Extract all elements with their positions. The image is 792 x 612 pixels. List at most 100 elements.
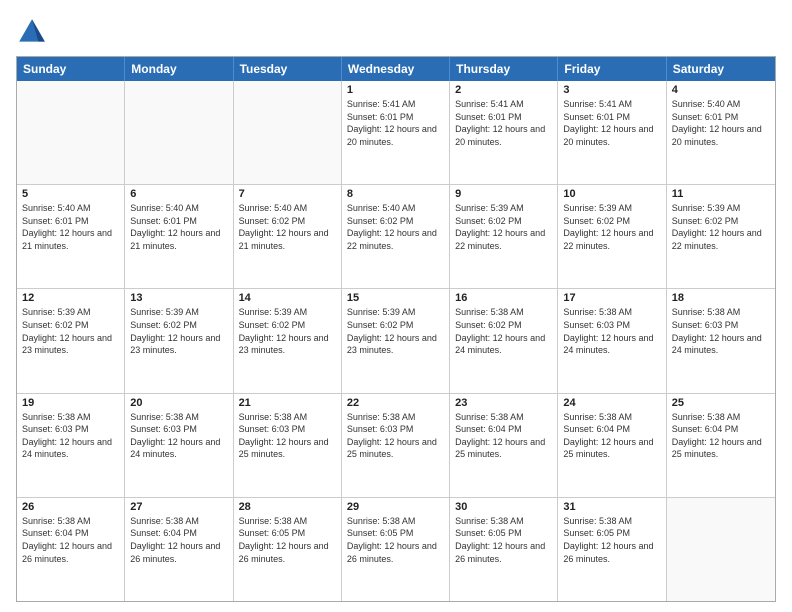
- calendar-week-4: 19Sunrise: 5:38 AM Sunset: 6:03 PM Dayli…: [17, 394, 775, 498]
- day-cell-11: 11 Sunrise: 5:39 AM Sunset: 6:02 PM Dayli…: [667, 185, 775, 288]
- day-number: 21: [239, 397, 336, 409]
- day-cell-4: 4 Sunrise: 5:40 AM Sunset: 6:01 PM Daylig…: [667, 81, 775, 184]
- calendar-week-2: 5 Sunrise: 5:40 AM Sunset: 6:01 PM Daylig…: [17, 185, 775, 289]
- day-number: 17: [563, 292, 660, 304]
- day-cell-5: 5 Sunrise: 5:40 AM Sunset: 6:01 PM Daylig…: [17, 185, 125, 288]
- day-info: Sunrise: 5:39 AM Sunset: 6:02 PM Dayligh…: [672, 202, 770, 252]
- day-cell-10: 10 Sunrise: 5:39 AM Sunset: 6:02 PM Dayli…: [558, 185, 666, 288]
- day-info: Sunrise: 5:41 AM Sunset: 6:01 PM Dayligh…: [455, 98, 552, 148]
- day-cell-16: 16 Sunrise: 5:38 AM Sunset: 6:02 PM Dayli…: [450, 289, 558, 392]
- day-header-wednesday: Wednesday: [342, 57, 450, 81]
- day-cell-22: 22 Sunrise: 5:38 AM Sunset: 6:03 PM Dayli…: [342, 394, 450, 497]
- day-info: Sunrise: 5:39 AM Sunset: 6:02 PM Dayligh…: [130, 306, 227, 356]
- day-cell-17: 17 Sunrise: 5:38 AM Sunset: 6:03 PM Dayli…: [558, 289, 666, 392]
- day-number: 13: [130, 292, 227, 304]
- day-number: 8: [347, 188, 444, 200]
- day-cell-6: 6 Sunrise: 5:40 AM Sunset: 6:01 PM Daylig…: [125, 185, 233, 288]
- day-number: 30: [455, 501, 552, 513]
- day-number: 15: [347, 292, 444, 304]
- day-info: Sunrise: 5:38 AM Sunset: 6:04 PM Dayligh…: [130, 515, 227, 565]
- day-cell-15: 15 Sunrise: 5:39 AM Sunset: 6:02 PM Dayli…: [342, 289, 450, 392]
- day-number: 18: [672, 292, 770, 304]
- day-info: Sunrise: 5:38 AM Sunset: 6:03 PM Dayligh…: [130, 411, 227, 461]
- day-cell-26: 26Sunrise: 5:38 AM Sunset: 6:04 PM Dayli…: [17, 498, 125, 601]
- day-header-tuesday: Tuesday: [234, 57, 342, 81]
- day-number: 20: [130, 397, 227, 409]
- day-number: 2: [455, 84, 552, 96]
- day-number: 4: [672, 84, 770, 96]
- day-cell-30: 30 Sunrise: 5:38 AM Sunset: 6:05 PM Dayli…: [450, 498, 558, 601]
- day-cell-14: 14 Sunrise: 5:39 AM Sunset: 6:02 PM Dayli…: [234, 289, 342, 392]
- day-cell-9: 9 Sunrise: 5:39 AM Sunset: 6:02 PM Daylig…: [450, 185, 558, 288]
- day-cell-3: 3Sunrise: 5:41 AM Sunset: 6:01 PM Daylig…: [558, 81, 666, 184]
- day-header-friday: Friday: [558, 57, 666, 81]
- day-number: 10: [563, 188, 660, 200]
- day-header-sunday: Sunday: [17, 57, 125, 81]
- day-number: 31: [563, 501, 660, 513]
- day-info: Sunrise: 5:38 AM Sunset: 6:02 PM Dayligh…: [455, 306, 552, 356]
- day-cell-18: 18 Sunrise: 5:38 AM Sunset: 6:03 PM Dayli…: [667, 289, 775, 392]
- day-cell-31: 31 Sunrise: 5:38 AM Sunset: 6:05 PM Dayli…: [558, 498, 666, 601]
- day-cell-7: 7 Sunrise: 5:40 AM Sunset: 6:02 PM Daylig…: [234, 185, 342, 288]
- day-number: 27: [130, 501, 227, 513]
- day-number: 29: [347, 501, 444, 513]
- day-number: 3: [563, 84, 660, 96]
- day-info: Sunrise: 5:39 AM Sunset: 6:02 PM Dayligh…: [455, 202, 552, 252]
- day-number: 5: [22, 188, 119, 200]
- day-number: 12: [22, 292, 119, 304]
- calendar-body: 1 Sunrise: 5:41 AM Sunset: 6:01 PM Daylig…: [17, 81, 775, 601]
- day-cell-8: 8 Sunrise: 5:40 AM Sunset: 6:02 PM Daylig…: [342, 185, 450, 288]
- day-cell-24: 24Sunrise: 5:38 AM Sunset: 6:04 PM Dayli…: [558, 394, 666, 497]
- logo: [16, 16, 52, 48]
- empty-cell: [125, 81, 233, 184]
- day-info: Sunrise: 5:38 AM Sunset: 6:05 PM Dayligh…: [455, 515, 552, 565]
- day-number: 9: [455, 188, 552, 200]
- day-number: 22: [347, 397, 444, 409]
- day-info: Sunrise: 5:39 AM Sunset: 6:02 PM Dayligh…: [563, 202, 660, 252]
- day-cell-1: 1Sunrise: 5:41 AM Sunset: 6:01 PM Daylig…: [342, 81, 450, 184]
- day-info: Sunrise: 5:39 AM Sunset: 6:02 PM Dayligh…: [347, 306, 444, 356]
- day-cell-20: 20 Sunrise: 5:38 AM Sunset: 6:03 PM Dayli…: [125, 394, 233, 497]
- day-number: 25: [672, 397, 770, 409]
- day-info: Sunrise: 5:38 AM Sunset: 6:03 PM Dayligh…: [563, 306, 660, 356]
- calendar-week-5: 26 Sunrise: 5:38 AM Sunset: 6:04 PM Dayli…: [17, 498, 775, 601]
- day-number: 11: [672, 188, 770, 200]
- day-info: Sunrise: 5:39 AM Sunset: 6:02 PM Dayligh…: [22, 306, 119, 356]
- day-info: Sunrise: 5:40 AM Sunset: 6:01 PM Dayligh…: [672, 98, 770, 148]
- day-info: Sunrise: 5:39 AM Sunset: 6:02 PM Dayligh…: [239, 306, 336, 356]
- day-number: 16: [455, 292, 552, 304]
- page-header: [16, 16, 776, 48]
- day-number: 6: [130, 188, 227, 200]
- day-header-monday: Monday: [125, 57, 233, 81]
- day-header-saturday: Saturday: [667, 57, 775, 81]
- day-info: Sunrise: 5:40 AM Sunset: 6:02 PM Dayligh…: [347, 202, 444, 252]
- day-info: Sunrise: 5:38 AM Sunset: 6:05 PM Dayligh…: [239, 515, 336, 565]
- day-info: Sunrise: 5:40 AM Sunset: 6:02 PM Dayligh…: [239, 202, 336, 252]
- day-number: 1: [347, 84, 444, 96]
- day-cell-19: 19Sunrise: 5:38 AM Sunset: 6:03 PM Dayli…: [17, 394, 125, 497]
- day-info: Sunrise: 5:40 AM Sunset: 6:01 PM Dayligh…: [130, 202, 227, 252]
- day-info: Sunrise: 5:38 AM Sunset: 6:03 PM Dayligh…: [672, 306, 770, 356]
- day-info: Sunrise: 5:38 AM Sunset: 6:04 PM Dayligh…: [672, 411, 770, 461]
- day-number: 28: [239, 501, 336, 513]
- day-info: Sunrise: 5:38 AM Sunset: 6:05 PM Dayligh…: [563, 515, 660, 565]
- empty-cell: [17, 81, 125, 184]
- day-number: 14: [239, 292, 336, 304]
- day-cell-25: 25 Sunrise: 5:38 AM Sunset: 6:04 PM Dayli…: [667, 394, 775, 497]
- day-info: Sunrise: 5:40 AM Sunset: 6:01 PM Dayligh…: [22, 202, 119, 252]
- day-info: Sunrise: 5:38 AM Sunset: 6:03 PM Dayligh…: [347, 411, 444, 461]
- day-number: 26: [22, 501, 119, 513]
- calendar-week-3: 12 Sunrise: 5:39 AM Sunset: 6:02 PM Dayli…: [17, 289, 775, 393]
- calendar-header-row: SundayMondayTuesdayWednesdayThursdayFrid…: [17, 57, 775, 81]
- day-cell-12: 12 Sunrise: 5:39 AM Sunset: 6:02 PM Dayli…: [17, 289, 125, 392]
- day-info: Sunrise: 5:38 AM Sunset: 6:03 PM Dayligh…: [239, 411, 336, 461]
- calendar: SundayMondayTuesdayWednesdayThursdayFrid…: [16, 56, 776, 602]
- day-info: Sunrise: 5:38 AM Sunset: 6:03 PM Dayligh…: [22, 411, 119, 461]
- day-info: Sunrise: 5:38 AM Sunset: 6:04 PM Dayligh…: [455, 411, 552, 461]
- logo-icon: [16, 16, 48, 48]
- day-cell-21: 21 Sunrise: 5:38 AM Sunset: 6:03 PM Dayli…: [234, 394, 342, 497]
- day-cell-29: 29 Sunrise: 5:38 AM Sunset: 6:05 PM Dayli…: [342, 498, 450, 601]
- day-number: 7: [239, 188, 336, 200]
- day-cell-2: 2 Sunrise: 5:41 AM Sunset: 6:01 PM Daylig…: [450, 81, 558, 184]
- day-info: Sunrise: 5:38 AM Sunset: 6:05 PM Dayligh…: [347, 515, 444, 565]
